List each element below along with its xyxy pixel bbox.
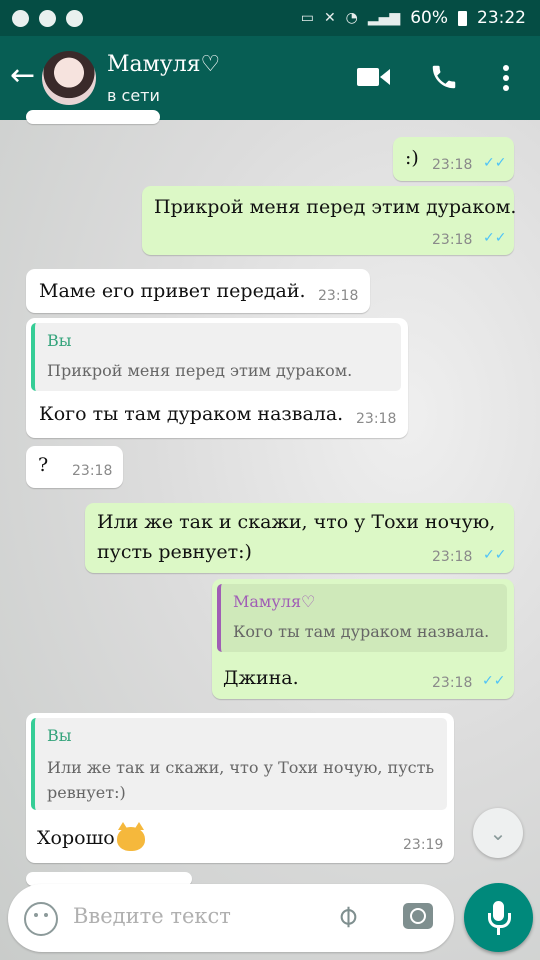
read-ticks-icon: ✓✓ bbox=[483, 230, 507, 246]
message-time: 23:18 bbox=[432, 232, 473, 248]
avatar[interactable] bbox=[42, 51, 96, 105]
message-text-line: Или же так и скажи, что у Тохи ночую, bbox=[97, 511, 496, 533]
emoji-icon[interactable] bbox=[24, 902, 58, 936]
cast-icon: ▭ bbox=[300, 10, 314, 26]
notification-icon bbox=[66, 9, 83, 27]
message-time: 23:18 bbox=[356, 411, 397, 427]
quoted-text: Кого ты там дураком назвала. bbox=[233, 622, 490, 641]
camera-icon[interactable] bbox=[403, 903, 433, 929]
message-bubble-outgoing[interactable]: Мамуля♡ Кого ты там дураком назвала. Джи… bbox=[212, 579, 514, 699]
message-bubble-incoming[interactable]: Вы Или же так и скажи, что у Тохи ночую,… bbox=[26, 713, 454, 863]
quoted-text-line: Или же так и скажи, что у Тохи ночую, пу… bbox=[47, 758, 435, 777]
signal-icon: ▂▄▆ bbox=[367, 10, 401, 26]
message-text: ? bbox=[38, 454, 49, 476]
more-vert-icon[interactable] bbox=[502, 64, 510, 92]
message-text: Хорошо bbox=[37, 822, 145, 851]
message-bubble-incoming[interactable]: Вы Прикрой меня перед этим дураком. Кого… bbox=[26, 318, 408, 438]
message-time: 23:18 bbox=[432, 675, 473, 691]
chat-header: ← Мамуля♡ в сети bbox=[0, 36, 540, 120]
notification-icon bbox=[39, 9, 56, 27]
message-text-value: Хорошо bbox=[37, 827, 115, 849]
contact-status: в сети bbox=[107, 86, 160, 105]
read-ticks-icon: ✓✓ bbox=[483, 155, 507, 171]
contact-name[interactable]: Мамуля♡ bbox=[107, 52, 220, 77]
quoted-message[interactable]: Вы Или же так и скажи, что у Тохи ночую,… bbox=[31, 718, 447, 810]
status-bar: ▭ ✕ ◔ ▂▄▆ 60% 23:22 bbox=[0, 0, 540, 36]
message-time: 23:19 bbox=[403, 837, 444, 853]
phone-icon[interactable] bbox=[429, 62, 459, 92]
message-bubble-partial bbox=[26, 110, 160, 124]
clock: 23:22 bbox=[477, 8, 526, 28]
video-call-icon[interactable] bbox=[357, 66, 391, 88]
message-composer[interactable]: Введите текст ⌀ bbox=[8, 884, 454, 952]
battery-icon bbox=[458, 10, 467, 26]
scroll-down-icon[interactable]: ⌄ bbox=[473, 808, 523, 858]
mic-button[interactable] bbox=[464, 883, 533, 952]
notification-icon bbox=[12, 9, 29, 27]
message-time: 23:18 bbox=[72, 463, 113, 479]
notification-icons bbox=[0, 9, 83, 27]
message-time: 23:18 bbox=[318, 288, 359, 304]
read-ticks-icon: ✓✓ bbox=[482, 673, 506, 689]
message-bubble-outgoing[interactable]: Прикрой меня перед этим дураком. 23:18 ✓… bbox=[142, 186, 517, 255]
read-ticks-icon: ✓✓ bbox=[483, 547, 507, 563]
mic-icon-stand bbox=[488, 913, 511, 928]
quoted-message[interactable]: Мамуля♡ Кого ты там дураком назвала. bbox=[217, 584, 507, 652]
message-input[interactable]: Введите текст bbox=[73, 904, 231, 928]
message-text: Кого ты там дураком назвала. bbox=[39, 403, 344, 425]
message-bubble-incoming[interactable]: ? 23:18 bbox=[26, 446, 123, 488]
wifi-icon: ◔ bbox=[345, 10, 358, 26]
battery-percent: 60% bbox=[410, 8, 448, 28]
message-text: Маме его привет передай. bbox=[39, 280, 306, 302]
mute-icon: ✕ bbox=[323, 10, 336, 26]
attach-icon[interactable]: ⌀ bbox=[328, 897, 366, 935]
message-bubble-incoming[interactable]: Маме его привет передай. 23:18 bbox=[26, 269, 370, 313]
quoted-author: Мамуля♡ bbox=[233, 592, 316, 611]
message-text-line: пусть ревнует:) bbox=[97, 541, 252, 563]
system-indicators: ▭ ✕ ◔ ▂▄▆ 60% 23:22 bbox=[301, 8, 540, 28]
message-time: 23:18 bbox=[432, 157, 473, 173]
quoted-message[interactable]: Вы Прикрой меня перед этим дураком. bbox=[31, 323, 401, 391]
quoted-text: Прикрой меня перед этим дураком. bbox=[47, 361, 353, 380]
message-text: :) bbox=[405, 147, 419, 169]
message-text: Джина. bbox=[223, 667, 299, 689]
message-list[interactable]: :) 23:18 ✓✓ Прикрой меня перед этим дура… bbox=[0, 110, 540, 960]
message-bubble-outgoing[interactable]: Или же так и скажи, что у Тохи ночую, пу… bbox=[85, 503, 514, 573]
mic-icon-foot bbox=[497, 928, 500, 935]
quoted-author: Вы bbox=[47, 726, 72, 745]
message-bubble-outgoing[interactable]: :) 23:18 ✓✓ bbox=[393, 137, 514, 181]
quoted-author: Вы bbox=[47, 331, 72, 350]
back-arrow-icon[interactable]: ← bbox=[10, 61, 35, 91]
quoted-text-line: ревнует:) bbox=[47, 783, 126, 802]
message-time: 23:18 bbox=[432, 549, 473, 565]
message-text: Прикрой меня перед этим дураком. bbox=[154, 196, 517, 218]
grinning-cat-emoji bbox=[116, 822, 145, 851]
